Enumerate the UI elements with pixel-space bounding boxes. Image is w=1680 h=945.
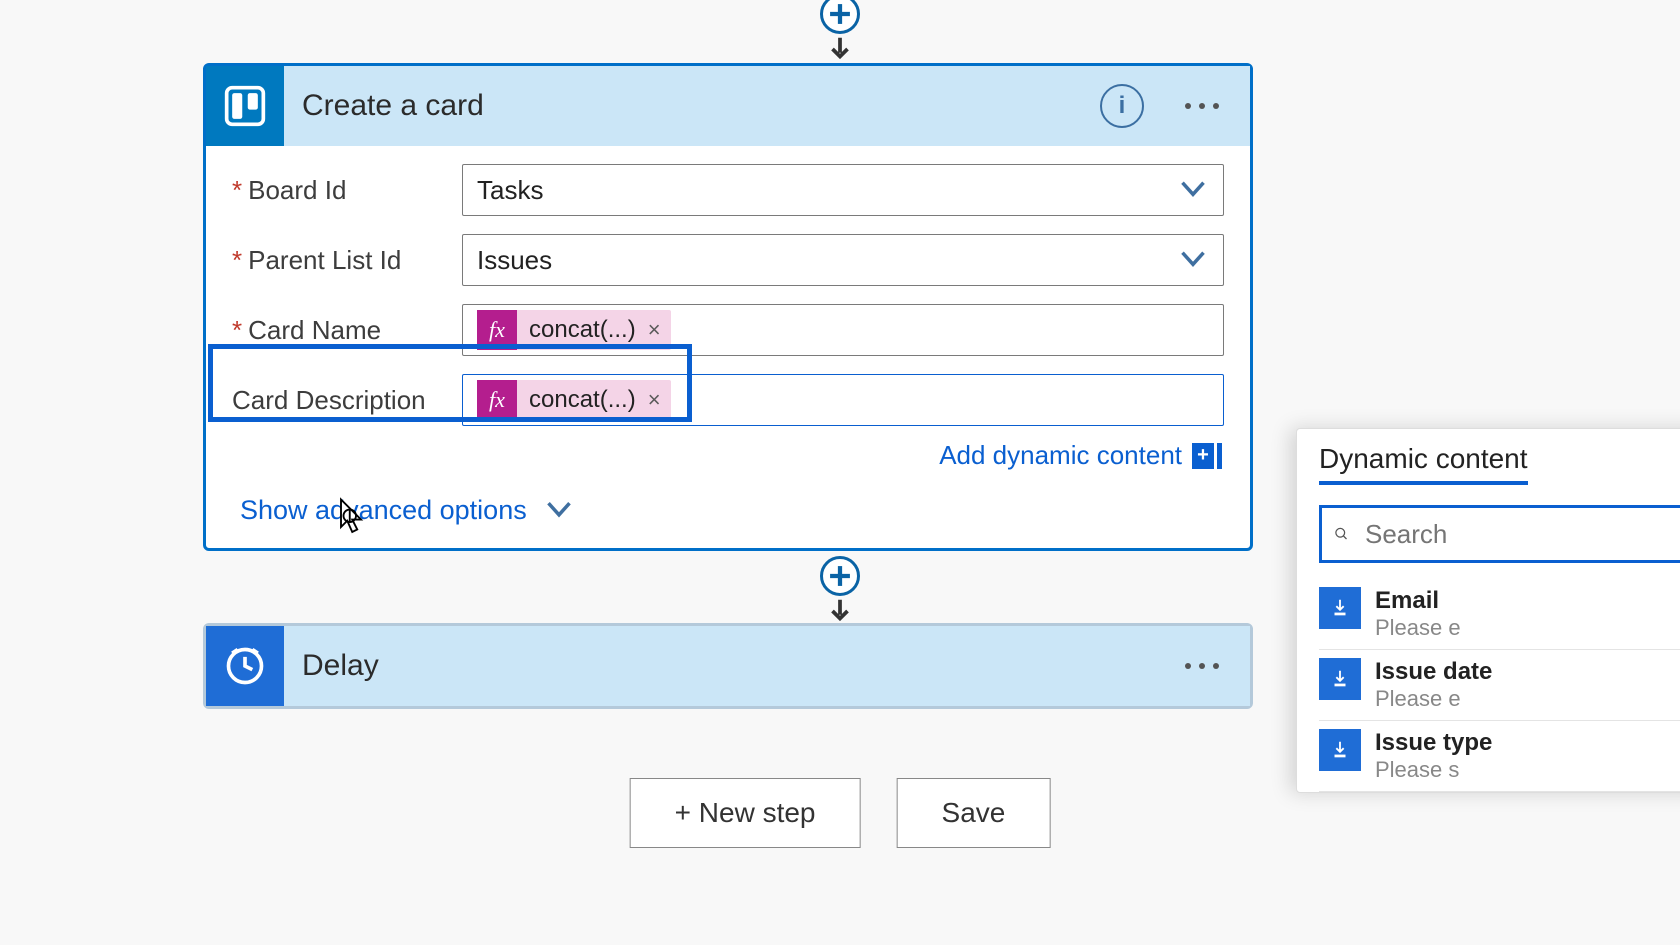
field-row-card-name: * Card Name fx concat(...) × [232,304,1224,356]
field-label: Card Description [232,385,462,416]
link-text: Add dynamic content [939,440,1182,471]
token-text: concat(...) [529,386,636,414]
required-asterisk: * [232,175,242,206]
fx-icon: fx [477,310,517,350]
dynamic-content-search[interactable] [1319,505,1680,563]
flow-item-icon [1319,729,1361,771]
item-subtitle: Please e [1375,686,1492,712]
insert-step-connector-top[interactable] [820,0,860,69]
dynamic-content-item[interactable]: Issue type Please s [1319,721,1680,792]
add-step-icon[interactable] [820,556,860,596]
button-label: Save [942,797,1006,829]
expression-token[interactable]: fx concat(...) × [477,310,671,350]
more-menu-button[interactable] [1174,644,1230,688]
dropdown-value: Issues [477,245,552,276]
required-asterisk: * [232,245,242,276]
clock-icon [206,626,284,706]
plus-icon: + [1192,443,1214,469]
token-remove-button[interactable]: × [648,317,661,343]
item-title: Issue date [1375,658,1492,686]
token-remove-button[interactable]: × [648,387,661,413]
field-row-board-id: * Board Id Tasks [232,164,1224,216]
dynamic-content-item[interactable]: Email Please e [1319,579,1680,650]
item-subtitle: Please s [1375,757,1492,783]
link-text: Show advanced options [240,495,527,526]
show-advanced-options-link[interactable]: Show advanced options [240,495,1224,526]
bar-icon [1217,443,1222,469]
bottom-buttons: + New step Save [630,778,1051,848]
create-card-action: Create a card i * Board Id Tasks * [203,63,1253,551]
token-text: concat(...) [529,316,636,344]
add-step-icon[interactable] [820,0,860,34]
item-title: Issue type [1375,729,1492,757]
flow-item-icon [1319,587,1361,629]
dynamic-content-panel: Dynamic content Email Please e Issue dat… [1296,428,1680,793]
button-label: + New step [675,797,816,829]
fx-icon: fx [477,380,517,420]
add-dynamic-content-button[interactable]: Add dynamic content + [939,440,1222,471]
delay-action[interactable]: Delay [203,623,1253,709]
board-id-dropdown[interactable]: Tasks [462,164,1224,216]
chevron-down-icon [1179,175,1207,206]
chevron-down-icon [545,495,573,526]
required-asterisk: * [232,315,242,346]
card-title: Create a card [302,89,1100,123]
add-dynamic-content-row: Add dynamic content + [232,440,1224,471]
search-icon [1334,522,1349,546]
dynamic-content-item[interactable]: Issue date Please e [1319,650,1680,721]
field-label: * Card Name [232,315,462,346]
expression-token[interactable]: fx concat(...) × [477,380,671,420]
label-text: Parent List Id [248,245,401,276]
field-row-parent-list: * Parent List Id Issues [232,234,1224,286]
info-button[interactable]: i [1100,84,1144,128]
chevron-down-icon [1179,245,1207,276]
new-step-button[interactable]: + New step [630,778,861,848]
card-name-input[interactable]: fx concat(...) × [462,304,1224,356]
flow-item-icon [1319,658,1361,700]
card-description-input[interactable]: fx concat(...) × [462,374,1224,426]
insert-step-connector-mid[interactable] [820,556,860,631]
save-button[interactable]: Save [897,778,1051,848]
field-label: * Parent List Id [232,245,462,276]
item-subtitle: Please e [1375,615,1461,641]
label-text: Card Name [248,315,381,346]
label-text: Card Description [232,385,426,416]
dropdown-value: Tasks [477,175,543,206]
field-label: * Board Id [232,175,462,206]
parent-list-dropdown[interactable]: Issues [462,234,1224,286]
more-menu-button[interactable] [1174,84,1230,128]
item-title: Email [1375,587,1461,615]
card-header[interactable]: Delay [206,626,1250,706]
dynamic-content-tab[interactable]: Dynamic content [1319,443,1528,485]
field-row-card-description: Card Description fx concat(...) × [232,374,1224,426]
info-icon: i [1119,92,1126,120]
card-title: Delay [302,649,1174,683]
search-input[interactable] [1365,519,1680,550]
mouse-cursor [336,497,366,542]
card-header[interactable]: Create a card i [206,66,1250,146]
trello-icon [206,66,284,146]
label-text: Board Id [248,175,346,206]
